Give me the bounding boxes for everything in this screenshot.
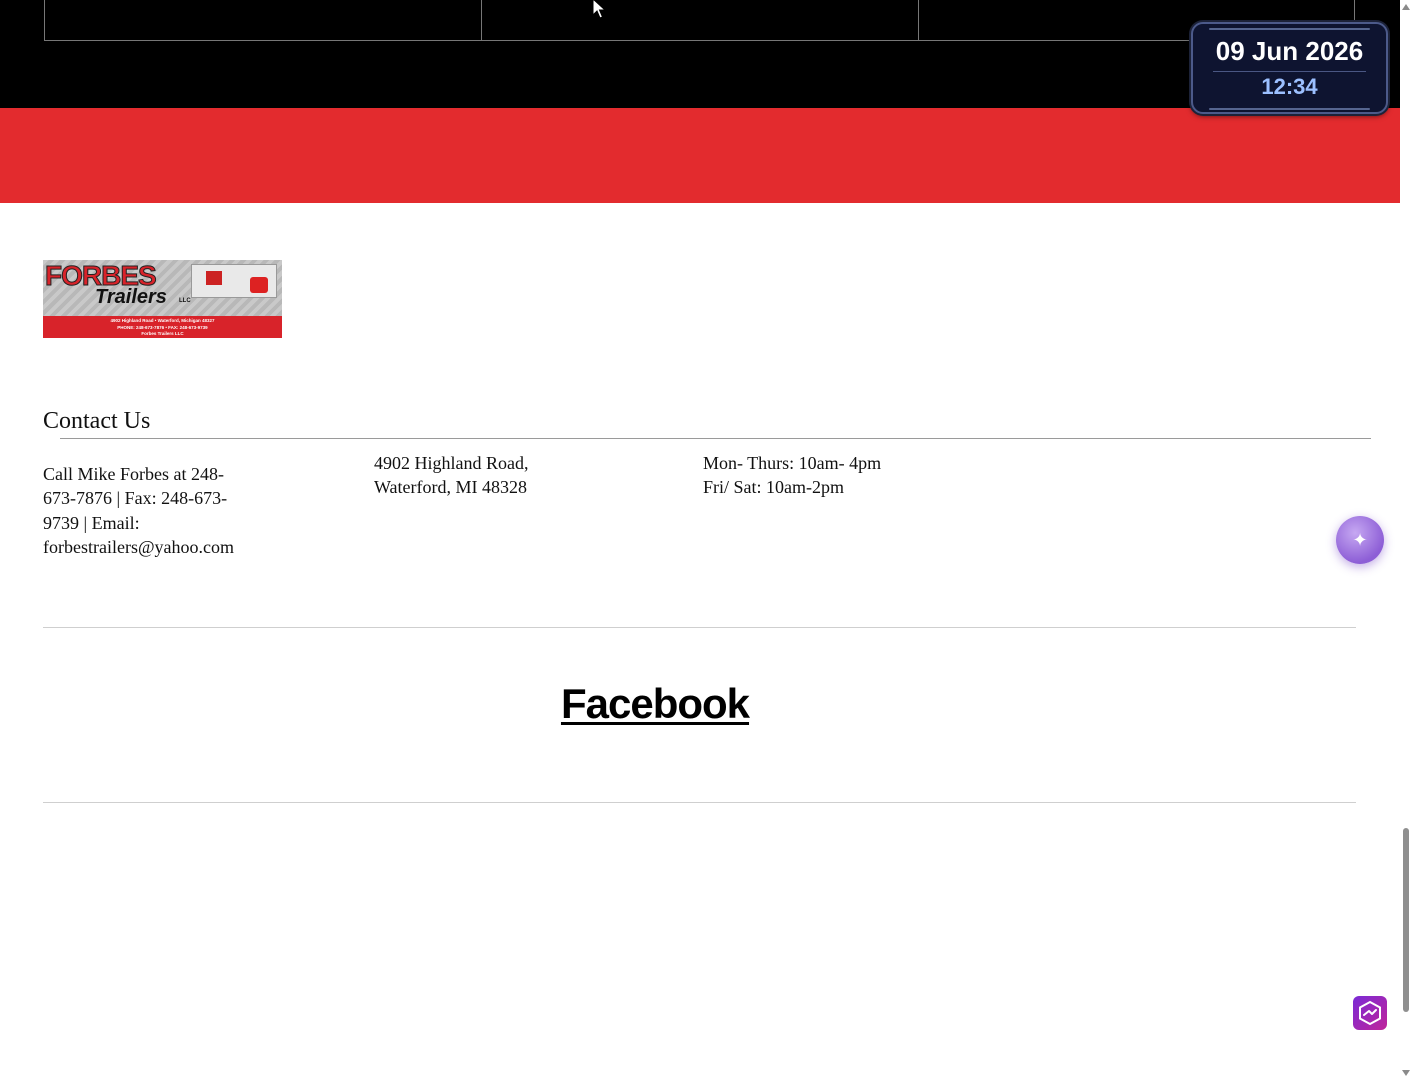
hours-block: Mon- Thurs: 10am- 4pm Fri/ Sat: 10am-2pm (703, 451, 963, 500)
contact-us-heading: Contact Us (43, 408, 151, 434)
sparkle-icon: ✦ (1352, 529, 1368, 550)
contact-info-block: Call Mike Forbes at 248- 673-7876 | Fax:… (43, 462, 258, 559)
address-line: 4902 Highland Road, (374, 453, 529, 473)
forbes-trailers-logo[interactable]: FORBES Trailers LLC 4902 Highland Road •… (43, 260, 282, 338)
assistant-button[interactable]: ✦ (1336, 516, 1384, 564)
section-divider (43, 627, 1356, 628)
grid-cell (481, 0, 918, 41)
logo-phone-line: PHONE: 248-673-7876 • FAX: 248-673-9739 (117, 325, 208, 330)
clock-decor-bar (1209, 108, 1370, 110)
contact-email[interactable]: forbestrailers@yahoo.com (43, 535, 258, 559)
logo-building-image (191, 264, 277, 298)
address-line: Waterford, MI 48328 (374, 477, 528, 498)
grid-cell (44, 0, 481, 41)
address-block: 4902 Highland Road, Waterford, MI 48328 (374, 451, 604, 500)
logo-suffix: LLC (179, 298, 191, 304)
logo-social-line: Forbes Trailers LLC (141, 331, 184, 336)
scrollbar-thumb[interactable] (1403, 828, 1409, 1012)
contact-line: 673-7876 | Fax: 248-673- (43, 488, 228, 509)
extension-glyph (1359, 1000, 1381, 1026)
header-black-band (0, 0, 1400, 108)
hours-line: Mon- Thurs: 10am- 4pm (703, 453, 882, 473)
logo-address-line: 4902 Highland Road • Waterford, Michigan… (110, 318, 215, 323)
clock-time: 12:34 (1261, 74, 1318, 99)
scroll-up-arrow-icon[interactable] (1401, 2, 1411, 12)
hours-line: Fri/ Sat: 10am-2pm (703, 477, 844, 498)
clock-date: 09 Jun 2026 (1215, 36, 1364, 66)
contact-line: 9739 | Email: (43, 512, 140, 533)
mouse-cursor-icon (592, 0, 607, 19)
extension-logo-icon[interactable] (1353, 996, 1387, 1030)
facebook-link[interactable]: Facebook (0, 680, 1310, 728)
contact-divider (60, 438, 1371, 439)
section-divider (43, 802, 1356, 803)
contact-line: Call Mike Forbes at 248- (43, 464, 224, 484)
logo-info-strip: 4902 Highland Road • Waterford, Michigan… (43, 316, 282, 338)
scroll-down-arrow-icon[interactable] (1401, 1068, 1411, 1078)
clock-widget[interactable]: 09 Jun 2026 12:34 (1191, 22, 1388, 114)
clock-decor-bar (1213, 71, 1366, 72)
red-accent-band (0, 108, 1400, 203)
clock-decor-bar (1209, 28, 1370, 30)
logo-brand-bottom: Trailers (95, 286, 167, 308)
